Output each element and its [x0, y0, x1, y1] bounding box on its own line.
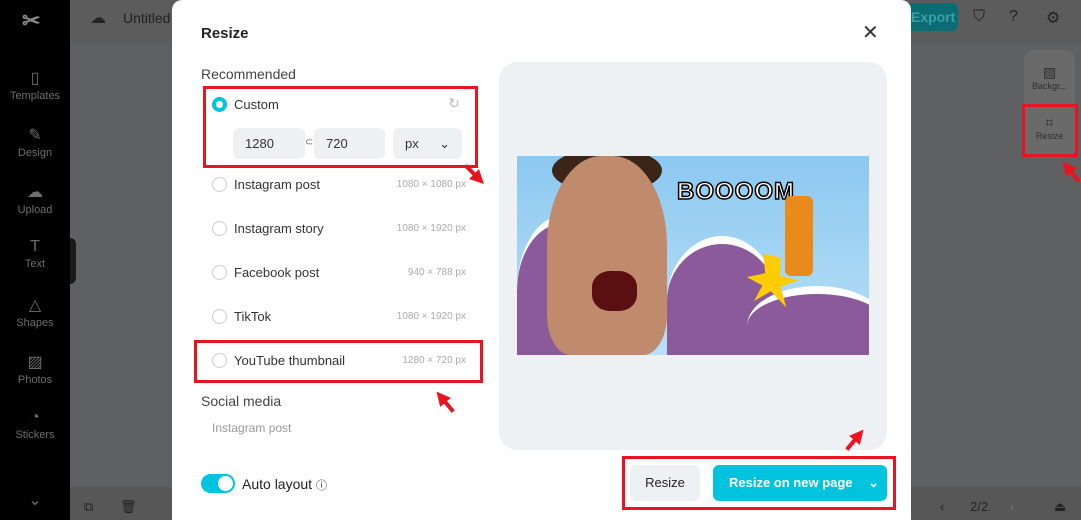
highlight-box — [622, 456, 896, 510]
radio[interactable] — [212, 221, 227, 236]
auto-layout-toggle[interactable] — [201, 474, 235, 493]
help-icon[interactable]: ? — [1009, 8, 1018, 26]
auto-layout-label: Auto layout ⓘ — [242, 476, 327, 493]
mouth — [592, 271, 637, 311]
red-arrow — [469, 169, 489, 189]
sidebar-item-label: Templates — [9, 90, 61, 102]
option-facebook-post[interactable]: Facebook post 940 × 788 px — [210, 261, 466, 285]
sidebar-item-upload[interactable]: ☁ Upload — [0, 182, 70, 216]
photos-icon: ▨ — [27, 354, 43, 371]
sidebar-item-photos[interactable]: ▨ Photos — [0, 352, 70, 386]
delete-icon[interactable]: 🗑 — [120, 499, 137, 515]
recommended-heading: Recommended — [201, 66, 296, 82]
social-item[interactable]: Instagram post — [212, 421, 291, 435]
option-label: Facebook post — [234, 265, 320, 280]
templates-icon: ▯ — [30, 70, 40, 87]
option-instagram-post[interactable]: Instagram post 1080 × 1080 px — [210, 173, 466, 197]
radio[interactable] — [212, 265, 227, 280]
sidebar-item-label: Shapes — [16, 317, 54, 329]
radio[interactable] — [212, 309, 227, 324]
text-icon: T — [30, 238, 40, 255]
sidebar-item-design[interactable]: ✎ Design — [0, 125, 70, 159]
sidebar-item-label: Design — [17, 147, 53, 159]
option-label: TikTok — [234, 309, 272, 324]
radio[interactable] — [212, 177, 227, 192]
sidebar-item-label: Text — [24, 258, 46, 270]
export-button[interactable]: Export — [905, 3, 958, 31]
document-title[interactable]: Untitled — [123, 10, 170, 26]
pages-icon[interactable]: ⏏ — [1054, 499, 1066, 515]
tool-label: Backgr... — [1031, 81, 1067, 91]
left-sidebar: ✂ ▯ Templates ✎ Design ☁ Upload T Text △ Shap… — [0, 0, 70, 520]
close-icon[interactable]: ✕ — [862, 20, 879, 45]
background-icon: ▨ — [1042, 64, 1057, 80]
gear-icon[interactable]: ⚙ — [1046, 8, 1060, 28]
capcut-logo-icon[interactable]: ✂ — [22, 8, 40, 34]
boom-text: BOOOOM — [676, 177, 795, 206]
info-icon[interactable]: ⓘ — [316, 480, 327, 492]
dialog-title: Resize — [201, 25, 249, 42]
shield-icon[interactable]: ⛉ — [973, 8, 985, 26]
resize-dialog: Resize ✕ Recommended Custom ↻ 1280 ⊂ 720… — [172, 0, 911, 520]
highlight-box — [194, 340, 483, 383]
option-size: 940 × 788 px — [407, 267, 466, 278]
option-label: Instagram post — [234, 177, 320, 192]
red-arrow — [431, 387, 451, 407]
upload-icon: ☁ — [27, 184, 43, 201]
auto-layout-text: Auto layout — [242, 476, 313, 492]
sidebar-item-label: Upload — [17, 204, 53, 216]
sidebar-item-shapes[interactable]: △ Shapes — [0, 295, 70, 329]
cloud-saved-icon: ☁ — [90, 10, 106, 27]
sidebar-item-label: Stickers — [15, 429, 55, 441]
option-label: Instagram story — [234, 221, 324, 236]
highlight-box — [203, 86, 478, 168]
sidebar-item-label: Photos — [17, 374, 53, 386]
social-media-heading: Social media — [201, 393, 282, 409]
sidebar-more-button[interactable]: ⌄ — [0, 490, 70, 512]
prev-page-icon[interactable]: ‹ — [940, 499, 944, 514]
sidebar-collapse-handle[interactable] — [70, 238, 76, 284]
face — [547, 156, 667, 355]
design-icon: ✎ — [28, 127, 42, 144]
shapes-icon: △ — [28, 297, 42, 314]
highlight-box — [1022, 104, 1078, 157]
sidebar-item-stickers[interactable]: ◔ Stickers — [0, 409, 70, 441]
next-page-icon[interactable]: › — [1010, 499, 1014, 514]
option-size: 1080 × 1920 px — [396, 223, 466, 234]
option-size: 1080 × 1080 px — [396, 179, 466, 190]
chevron-down-icon: ⌄ — [28, 492, 42, 509]
duplicate-page-icon[interactable]: ⧉ — [84, 499, 93, 515]
stickers-icon: ◔ — [30, 409, 40, 426]
option-tiktok[interactable]: TikTok 1080 × 1920 px — [210, 305, 466, 329]
option-instagram-story[interactable]: Instagram story 1080 × 1920 px — [210, 217, 466, 241]
sidebar-item-text[interactable]: T Text — [0, 238, 70, 270]
red-arrow — [1057, 157, 1077, 177]
worker-character — [785, 196, 813, 276]
background-tool[interactable]: ▨ Backgr... — [1024, 64, 1075, 91]
option-size: 1080 × 1920 px — [396, 311, 466, 322]
preview-thumbnail: BOOOOM — [517, 156, 869, 355]
sidebar-item-templates[interactable]: ▯ Templates — [0, 68, 70, 102]
page-indicator: 2/2 — [970, 499, 989, 514]
